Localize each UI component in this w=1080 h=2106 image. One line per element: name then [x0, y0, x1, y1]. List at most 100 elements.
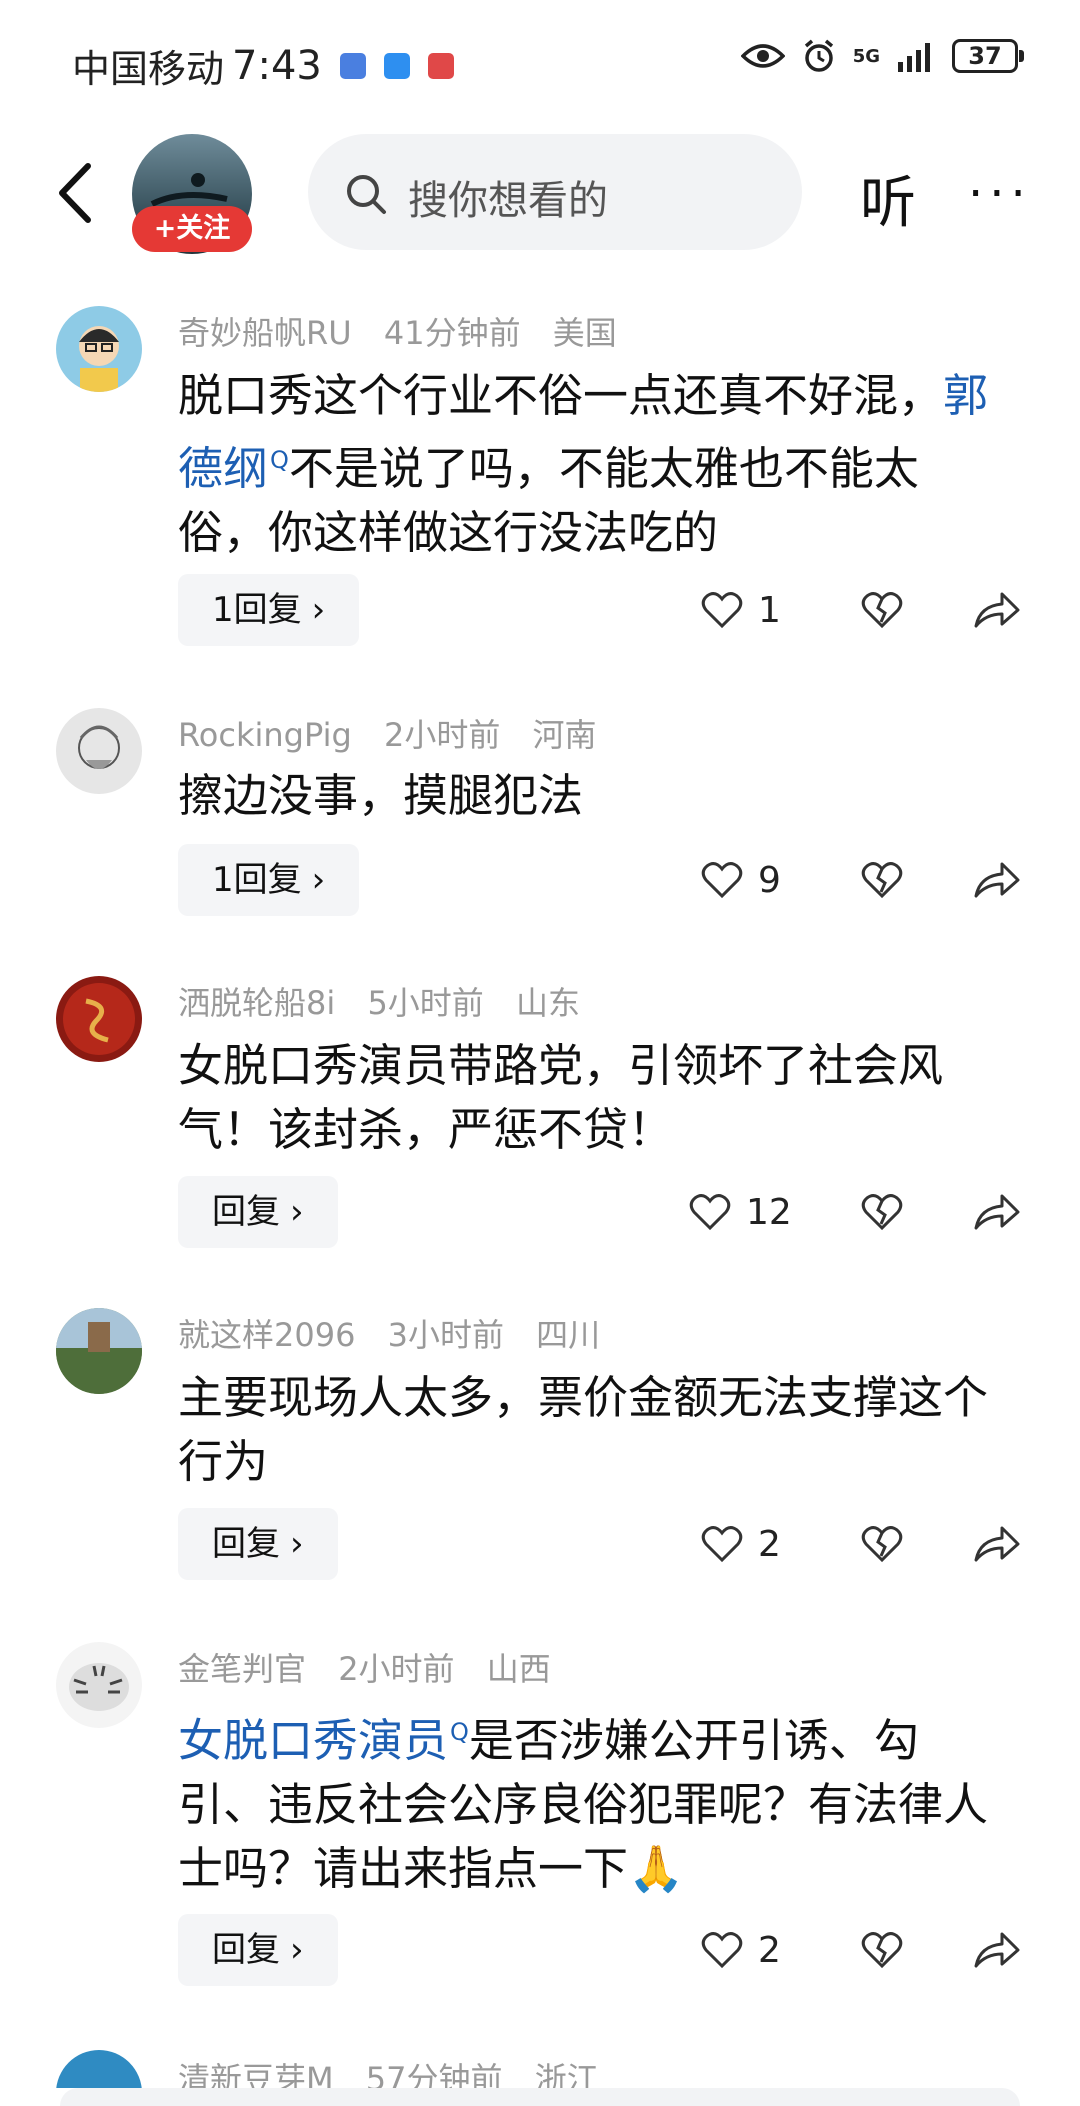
- reply-button[interactable]: 1回复 ›: [178, 844, 360, 916]
- heart-icon: [701, 592, 743, 629]
- landscape-avatar-image: [56, 1308, 142, 1394]
- heart-icon: [701, 1932, 743, 1969]
- comment-time: 41分钟前: [383, 314, 521, 352]
- search-bar[interactable]: 搜你想看的: [308, 134, 802, 250]
- follow-button[interactable]: +关注: [132, 206, 252, 252]
- mention-link[interactable]: 女脱口秀演员: [178, 1714, 448, 1767]
- broken-heart-icon[interactable]: [860, 858, 904, 902]
- battery-indicator: 37: [952, 39, 1024, 73]
- username[interactable]: 就这样2096: [178, 1316, 355, 1354]
- broken-heart-icon[interactable]: [860, 1928, 904, 1972]
- reply-button[interactable]: 1回复 ›: [178, 574, 360, 646]
- username[interactable]: 清新豆芽M: [178, 2060, 334, 2088]
- like-button[interactable]: 2: [700, 1928, 781, 1972]
- heart-icon: [701, 1526, 743, 1563]
- search-link-icon: Q: [450, 1718, 469, 1746]
- comment-text-part: 脱口秀这个行业不俗一点还真不好混，: [178, 369, 944, 422]
- user-avatar[interactable]: [56, 2050, 142, 2088]
- signal-icon: [898, 43, 930, 72]
- status-bar: 中国移动 7:43 5G 37: [0, 0, 1080, 120]
- heart-icon: [701, 862, 743, 899]
- more-button[interactable]: ···: [968, 166, 1032, 222]
- chevron-right-icon: ›: [311, 590, 326, 630]
- huawei-app-icon: [427, 52, 454, 79]
- reply-button[interactable]: 回复 ›: [178, 1176, 338, 1248]
- user-avatar[interactable]: [56, 306, 142, 392]
- network-type: 5G: [852, 45, 880, 67]
- reply-button[interactable]: 回复 ›: [178, 1508, 338, 1580]
- user-avatar[interactable]: [56, 1642, 142, 1728]
- comment-location: 四川: [536, 1316, 601, 1354]
- comment-location: 河南: [532, 716, 597, 754]
- share-arrow-icon[interactable]: [972, 1522, 1020, 1566]
- comment-actions: 2: [700, 1508, 1030, 1580]
- like-button[interactable]: 1: [700, 588, 781, 632]
- comment-location: 山东: [515, 984, 580, 1022]
- like-count: 2: [758, 1523, 781, 1565]
- comment-meta: 奇妙船帆RU 41分钟前 美国: [178, 308, 639, 354]
- alarm-icon: [804, 39, 833, 72]
- chevron-left-icon: [59, 163, 91, 223]
- user-avatar[interactable]: [56, 1308, 142, 1394]
- calendar-app-icon: [339, 52, 366, 79]
- broken-heart-icon[interactable]: [860, 1190, 904, 1234]
- username[interactable]: 金笔判官: [178, 1650, 306, 1688]
- broken-heart-icon[interactable]: [860, 1522, 904, 1566]
- eye-icon: [740, 44, 785, 68]
- username[interactable]: 奇妙船帆RU: [178, 314, 352, 352]
- comment-actions: 1: [700, 574, 1030, 646]
- like-count: 1: [758, 589, 781, 631]
- reply-label: 1回复: [212, 590, 302, 630]
- username[interactable]: 洒脱轮船8i: [178, 984, 335, 1022]
- status-left: 中国移动 7:43: [72, 38, 454, 93]
- comment-actions: 9: [700, 844, 1030, 916]
- username[interactable]: RockingPig: [178, 716, 352, 754]
- comment-meta: 就这样2096 3小时前 四川: [178, 1310, 622, 1356]
- carrier-label: 中国移动: [72, 47, 225, 91]
- share-arrow-icon[interactable]: [972, 588, 1020, 632]
- reply-label: 回复: [212, 1930, 280, 1970]
- cartoon-avatar-image: [79, 326, 119, 392]
- comment-text-part: 不是说了吗，不能太雅也不能太俗，你这样做这行没法吃的: [178, 442, 919, 559]
- message-app-icon: [383, 52, 410, 79]
- search-placeholder: 搜你想看的: [408, 178, 608, 224]
- comment-time: 5小时前: [367, 984, 484, 1022]
- comment-input-bar[interactable]: [60, 2088, 1020, 2106]
- chevron-right-icon: ›: [290, 1930, 304, 1970]
- comment-time: 2小时前: [383, 716, 501, 754]
- comment-text: 主要现场人太多，票价金额无法支撑这个行为: [178, 1371, 989, 1488]
- like-button[interactable]: 9: [700, 858, 781, 902]
- comment-meta: 金笔判官 2小时前 山西: [178, 1644, 573, 1690]
- comment-time: 57分钟前: [365, 2060, 503, 2088]
- reply-label: 回复: [212, 1192, 280, 1232]
- user-avatar[interactable]: [56, 976, 142, 1062]
- user-avatar[interactable]: [56, 708, 142, 794]
- status-right: 5G 37: [740, 38, 1024, 74]
- like-button[interactable]: 2: [700, 1522, 781, 1566]
- comment-meta: 清新豆芽M 57分钟前 浙江: [178, 2054, 621, 2088]
- comment-actions: 2: [700, 1914, 1030, 1986]
- broken-heart-icon[interactable]: [860, 588, 904, 632]
- like-count: 9: [758, 859, 781, 901]
- clock: 7:43: [232, 42, 322, 89]
- chevron-right-icon: ›: [290, 1192, 304, 1232]
- listen-button[interactable]: 听: [860, 158, 916, 239]
- share-arrow-icon[interactable]: [972, 1928, 1020, 1972]
- comment-text: 脱口秀这个行业不俗一点还真不好混，郭德纲Q不是说了吗，不能太雅也不能太俗，你这样…: [178, 364, 1008, 565]
- comment-text: 女脱口秀演员Q是否涉嫌公开引诱、勾引、违反社会公序良俗犯罪呢？有法律人士吗？请出…: [178, 1700, 1008, 1901]
- chevron-right-icon: ›: [311, 860, 326, 900]
- comment-location: 美国: [552, 314, 617, 352]
- back-button[interactable]: [48, 158, 108, 228]
- chevron-right-icon: ›: [290, 1524, 304, 1564]
- like-button[interactable]: 12: [688, 1190, 792, 1234]
- reply-button[interactable]: 回复 ›: [178, 1914, 338, 1986]
- comment-time: 2小时前: [338, 1650, 455, 1688]
- share-arrow-icon[interactable]: [972, 1190, 1020, 1234]
- reply-label: 1回复: [212, 860, 302, 900]
- search-link-icon: Q: [270, 446, 289, 474]
- heart-icon: [689, 1194, 731, 1231]
- comment-text: 擦边没事，摸腿犯法: [178, 769, 584, 822]
- share-arrow-icon[interactable]: [972, 858, 1020, 902]
- like-count: 12: [746, 1191, 792, 1233]
- dragon-avatar-image: [63, 983, 135, 1055]
